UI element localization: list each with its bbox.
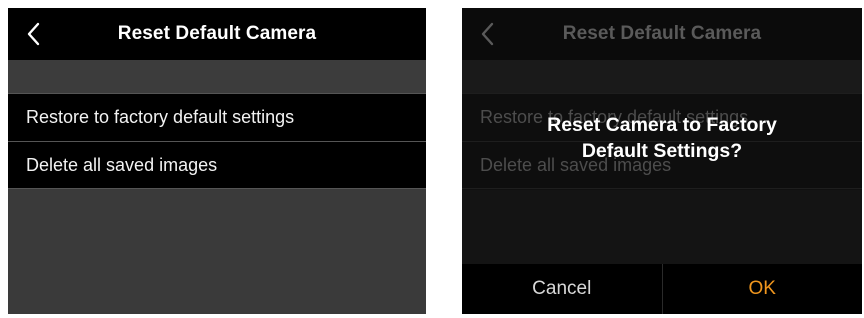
- confirmation-dialog-message: Reset Camera to Factory Default Settings…: [462, 112, 862, 164]
- list-item-delete-saved-images[interactable]: Delete all saved images: [8, 141, 426, 189]
- chevron-left-icon: [27, 22, 40, 46]
- back-button-dimmed: [476, 20, 502, 48]
- section-spacer: [8, 60, 426, 93]
- page-title-dimmed: Reset Default Camera: [562, 23, 762, 44]
- cancel-button[interactable]: Cancel: [462, 264, 663, 314]
- empty-area: [8, 190, 426, 314]
- header-bar: Reset Default Camera: [8, 8, 426, 60]
- dialog-actions: Cancel OK: [462, 264, 862, 314]
- chevron-left-icon: [481, 22, 494, 46]
- page-title: Reset Default Camera: [117, 23, 317, 44]
- back-button[interactable]: [22, 20, 48, 48]
- section-spacer-dimmed: [462, 60, 862, 93]
- dialog-message-line-1: Reset Camera to Factory: [547, 114, 777, 136]
- dialog-message-line-2: Default Settings?: [581, 140, 743, 162]
- settings-list: Restore to factory default settings Dele…: [8, 93, 426, 189]
- list-item-restore-factory-defaults[interactable]: Restore to factory default settings: [8, 93, 426, 141]
- reset-confirmation-screen: Reset Default Camera Restore to factory …: [462, 8, 862, 314]
- ok-button[interactable]: OK: [663, 264, 863, 314]
- reset-default-camera-screen: Reset Default Camera Restore to factory …: [8, 8, 426, 314]
- header-bar-dimmed: Reset Default Camera: [462, 8, 862, 60]
